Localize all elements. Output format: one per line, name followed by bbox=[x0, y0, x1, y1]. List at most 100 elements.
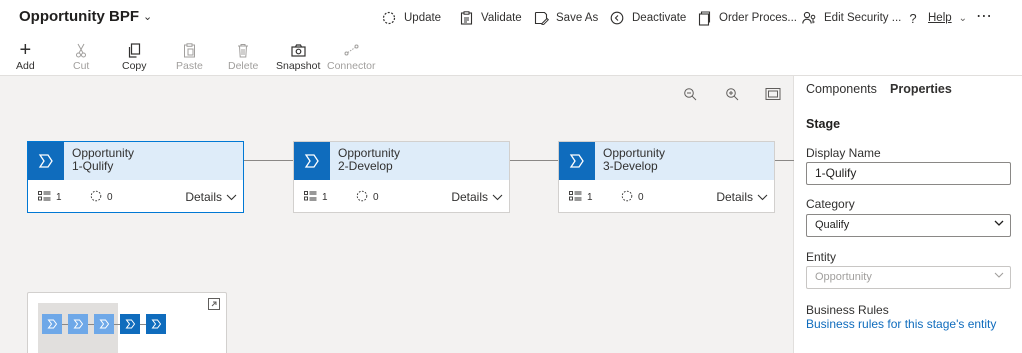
conditions-count: 0 bbox=[621, 190, 644, 205]
stage-header: Opportunity 1-Qulify bbox=[28, 142, 243, 180]
plus-icon: + bbox=[19, 38, 32, 61]
conditions-count: 0 bbox=[90, 190, 113, 205]
condition-icon bbox=[356, 190, 368, 205]
fit-to-canvas-button[interactable] bbox=[764, 87, 782, 105]
designer-toolbar: + Add Cut Copy Paste Delete Snapshot Con… bbox=[0, 36, 1022, 76]
scissors-icon bbox=[75, 40, 87, 60]
copy-button[interactable]: Copy bbox=[122, 40, 147, 72]
stage-connector-line bbox=[775, 160, 794, 161]
update-button[interactable]: Update bbox=[381, 10, 441, 26]
save-as-icon bbox=[533, 10, 549, 26]
details-toggle[interactable]: Details bbox=[451, 190, 503, 204]
paste-button[interactable]: Paste bbox=[176, 40, 203, 72]
steps-count: 1 bbox=[569, 191, 593, 204]
order-process-icon bbox=[696, 10, 712, 26]
stage-card-3[interactable]: Opportunity 3-Develop 1 0 Details bbox=[558, 141, 775, 213]
section-title: Stage bbox=[806, 117, 841, 131]
add-button[interactable]: + Add bbox=[16, 38, 35, 73]
chevron-down-icon: ⌄ bbox=[143, 11, 153, 23]
cut-button[interactable]: Cut bbox=[73, 40, 89, 72]
stage-footer: 1 0 Details bbox=[28, 180, 243, 214]
stage-connector-line bbox=[510, 160, 559, 161]
stage-header: Opportunity 3-Develop bbox=[559, 142, 774, 180]
tab-properties[interactable]: Properties bbox=[890, 82, 952, 96]
tab-components[interactable]: Components bbox=[806, 82, 877, 96]
zoom-in-icon bbox=[725, 87, 739, 106]
chevron-down-icon bbox=[226, 190, 237, 204]
steps-count: 1 bbox=[38, 191, 62, 204]
more-commands-button[interactable]: ⋯ bbox=[976, 6, 993, 26]
chevron-down-icon bbox=[492, 190, 503, 204]
stage-card-2[interactable]: Opportunity 2-Develop 1 0 Details bbox=[293, 141, 510, 213]
minimap-stage-node bbox=[68, 314, 88, 334]
chevron-down-icon: ⌄ bbox=[958, 12, 968, 24]
stage-chevron-icon bbox=[28, 142, 64, 180]
chevron-down-icon bbox=[994, 219, 1004, 230]
snapshot-button[interactable]: Snapshot bbox=[276, 40, 320, 72]
details-toggle[interactable]: Details bbox=[716, 190, 768, 204]
connector-button[interactable]: Connector bbox=[327, 40, 375, 72]
refresh-icon bbox=[381, 10, 397, 26]
zoom-in-button[interactable] bbox=[723, 87, 741, 105]
deactivate-icon bbox=[609, 10, 625, 26]
connector-icon bbox=[344, 40, 359, 60]
stage-footer: 1 0 Details bbox=[559, 180, 774, 214]
camera-icon bbox=[291, 40, 306, 60]
business-rules-label: Business Rules bbox=[806, 303, 889, 317]
stage-chevron-icon bbox=[559, 142, 595, 180]
trash-icon bbox=[237, 40, 249, 60]
properties-panel: Components Properties Stage Display Name… bbox=[795, 76, 1022, 353]
stage-connector-line bbox=[244, 160, 293, 161]
steps-list-icon bbox=[38, 191, 51, 204]
copy-icon bbox=[128, 40, 141, 60]
deactivate-button[interactable]: Deactivate bbox=[609, 10, 686, 26]
clipboard-check-icon bbox=[458, 10, 474, 26]
entity-label: Entity bbox=[806, 250, 837, 264]
more-icon: ⋯ bbox=[976, 8, 993, 25]
order-process-flow-button[interactable]: Order Proces... bbox=[696, 10, 797, 26]
help-button[interactable]: ? Help ⌄ bbox=[905, 10, 967, 26]
stage-title: Opportunity 2-Develop bbox=[338, 146, 401, 173]
details-toggle[interactable]: Details bbox=[185, 190, 237, 204]
conditions-count: 0 bbox=[356, 190, 379, 205]
stage-card-1[interactable]: Opportunity 1-Qulify 1 0 Details bbox=[27, 141, 244, 213]
condition-icon bbox=[621, 190, 633, 205]
stage-title: Opportunity 3-Develop bbox=[603, 146, 666, 173]
business-rules-link[interactable]: Business rules for this stage's entity bbox=[806, 317, 996, 331]
stage-header: Opportunity 2-Develop bbox=[294, 142, 509, 180]
delete-button[interactable]: Delete bbox=[228, 40, 258, 72]
category-select[interactable]: Qualify bbox=[806, 214, 1011, 237]
stage-footer: 1 0 Details bbox=[294, 180, 509, 214]
process-title[interactable]: Opportunity BPF ⌄ bbox=[19, 8, 152, 25]
validate-button[interactable]: Validate bbox=[458, 10, 522, 26]
steps-list-icon bbox=[304, 191, 317, 204]
security-roles-icon bbox=[801, 10, 817, 26]
display-name-label: Display Name bbox=[806, 146, 881, 160]
steps-count: 1 bbox=[304, 191, 328, 204]
steps-list-icon bbox=[569, 191, 582, 204]
entity-select: Opportunity bbox=[806, 266, 1011, 289]
zoom-out-icon bbox=[683, 87, 697, 106]
category-label: Category bbox=[806, 197, 855, 211]
paste-icon bbox=[183, 40, 196, 60]
edit-security-roles-button[interactable]: Edit Security ... bbox=[801, 10, 901, 26]
process-title-label: Opportunity BPF bbox=[19, 8, 139, 25]
process-canvas[interactable]: Opportunity 1-Qulify 1 0 Details Opportu… bbox=[0, 76, 794, 353]
display-name-input[interactable]: 1-Qulify bbox=[806, 162, 1011, 185]
minimap-stage-node bbox=[42, 314, 62, 334]
help-icon: ? bbox=[909, 10, 917, 26]
minimap-stage-node bbox=[146, 314, 166, 334]
minimap-stage-node bbox=[94, 314, 114, 334]
minimap-stage-node bbox=[120, 314, 140, 334]
condition-icon bbox=[90, 190, 102, 205]
chevron-down-icon bbox=[757, 190, 768, 204]
title-bar: Opportunity BPF ⌄ Update Validate Save A… bbox=[0, 0, 1022, 36]
canvas-minimap[interactable] bbox=[27, 292, 227, 353]
chevron-down-icon bbox=[994, 271, 1004, 282]
stage-title: Opportunity 1-Qulify bbox=[72, 146, 135, 173]
zoom-out-button[interactable] bbox=[681, 87, 699, 105]
stage-chevron-icon bbox=[294, 142, 330, 180]
expand-minimap-icon[interactable] bbox=[208, 297, 220, 310]
save-as-button[interactable]: Save As bbox=[533, 10, 598, 26]
fit-to-screen-icon bbox=[765, 87, 781, 106]
